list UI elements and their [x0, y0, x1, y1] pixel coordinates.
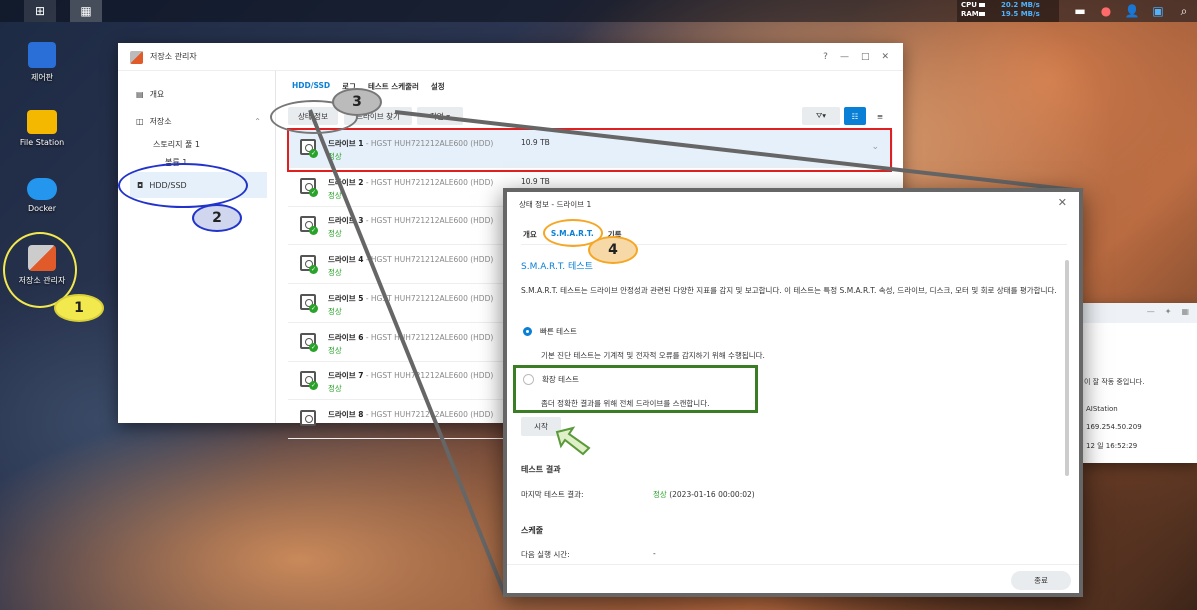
tab-overview[interactable]: 개요 — [523, 229, 537, 240]
step-badge-3: 3 — [332, 88, 382, 116]
dialog-scrollbar[interactable] — [1065, 260, 1069, 476]
callout-line-right — [394, 110, 1084, 193]
callout-line-left — [308, 109, 507, 596]
next-run-value: - — [653, 549, 656, 558]
green-arrow-icon — [555, 426, 591, 456]
last-test-date: (2023-01-16 00:00:02) — [666, 490, 755, 499]
test-result-header: 테스트 결과 — [521, 465, 561, 474]
section-title: S.M.A.R.T. 테스트 — [521, 262, 593, 272]
step-badge-1: 1 — [54, 294, 104, 322]
last-test-result-value: 정상 (2023-01-16 00:00:02) — [653, 489, 755, 500]
last-test-status: 정상 — [653, 490, 667, 499]
last-test-result-label: 마지막 테스트 결과: — [521, 490, 584, 499]
step-badge-2: 2 — [192, 204, 242, 232]
quick-test-description: 기본 진단 테스트는 기계적 및 전자적 오류를 감지하기 위해 수행됩니다. — [541, 351, 765, 360]
dialog-close-icon[interactable]: ✕ — [1058, 196, 1067, 209]
step-badge-4: 4 — [588, 236, 638, 264]
highlight-hdd-ssd — [118, 163, 248, 208]
schedule-header: 스케줄 — [521, 526, 544, 535]
quick-test-label: 빠른 테스트 — [540, 327, 577, 336]
smart-description: S.M.A.R.T. 테스트는 드라이브 안정성과 관련된 다양한 지표를 감지… — [521, 286, 1057, 295]
radio-selected-icon — [523, 327, 532, 336]
highlight-extended-test — [513, 365, 758, 413]
dialog-title: 상태 정보 - 드라이브 1 — [519, 200, 592, 209]
quick-test-radio[interactable]: 빠른 테스트 — [523, 326, 577, 337]
next-run-label: 다음 실행 시간: — [521, 550, 570, 559]
close-dialog-button[interactable]: 종료 — [1011, 571, 1071, 590]
